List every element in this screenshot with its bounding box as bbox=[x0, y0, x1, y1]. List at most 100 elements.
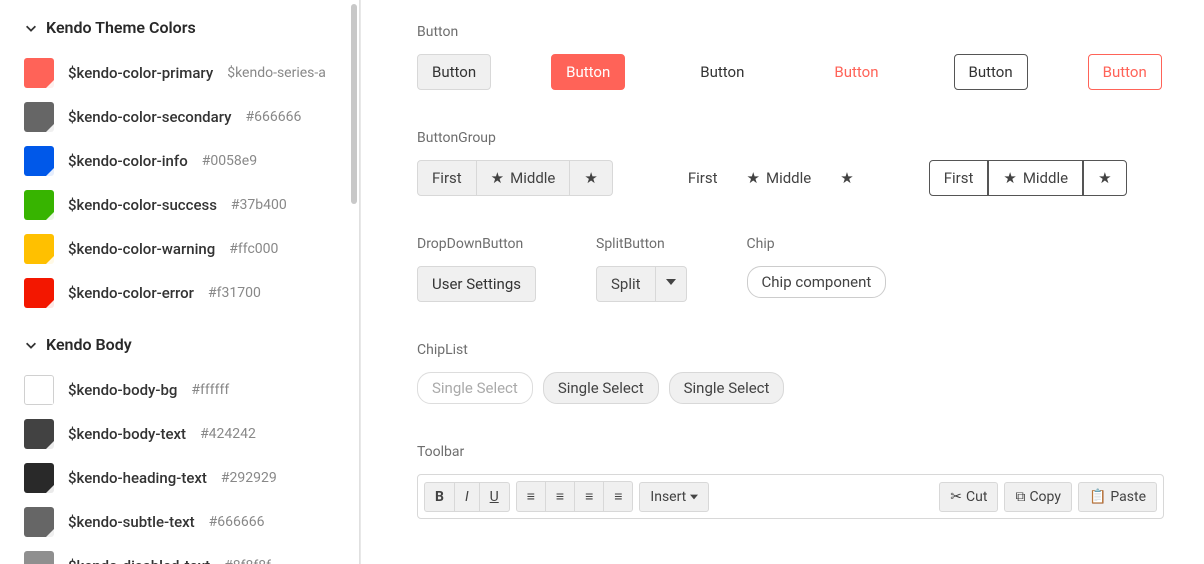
button-outline-base[interactable]: Button bbox=[954, 54, 1028, 90]
chip-component[interactable]: Chip component bbox=[747, 266, 887, 298]
color-variable-name: $kendo-color-primary bbox=[68, 64, 213, 82]
split-arrow[interactable] bbox=[656, 266, 687, 302]
block-title: Toolbar bbox=[417, 444, 1164, 460]
color-row[interactable]: $kendo-color-warning #ffc000 bbox=[24, 227, 343, 271]
chip-option[interactable]: Single Select bbox=[543, 372, 659, 404]
scrollbar-thumb[interactable] bbox=[351, 4, 357, 204]
chip-option[interactable]: Single Select bbox=[417, 372, 533, 404]
align-justify-icon: ≡ bbox=[614, 488, 622, 505]
chiplist-block: ChipList Single Select Single Select Sin… bbox=[417, 342, 1164, 404]
color-swatch[interactable] bbox=[24, 551, 54, 564]
color-row[interactable]: $kendo-subtle-text#666666 bbox=[24, 500, 343, 544]
block-title: SplitButton bbox=[596, 236, 687, 252]
color-row[interactable]: $kendo-body-text #424242 bbox=[24, 412, 343, 456]
chip-option[interactable]: Single Select bbox=[669, 372, 785, 404]
color-hex-value: #424242 bbox=[200, 426, 256, 442]
button-solid-primary[interactable]: Button bbox=[551, 54, 625, 90]
color-row[interactable]: $kendo-color-error#f31700 bbox=[24, 271, 343, 315]
color-hex-value: #0058e9 bbox=[202, 153, 257, 169]
color-variable-name: $kendo-disabled-text bbox=[68, 557, 210, 564]
color-row[interactable]: $kendo-color-success #37b400 bbox=[24, 183, 343, 227]
seg-last[interactable]: ★ bbox=[826, 160, 868, 196]
seg-last[interactable]: ★ bbox=[1083, 160, 1126, 196]
toolbar-block: Toolbar B I U ≡ ≡ ≡ ≡ Insert ✂ Cut bbox=[417, 444, 1164, 519]
cut-button[interactable]: ✂ Cut bbox=[939, 482, 998, 512]
section-header-theme-colors[interactable]: Kendo Theme Colors bbox=[24, 8, 343, 51]
align-center-button[interactable]: ≡ bbox=[546, 481, 575, 512]
seg-middle[interactable]: ★Middle bbox=[988, 160, 1083, 196]
button-solid-base[interactable]: Button bbox=[417, 54, 491, 90]
paste-button[interactable]: 📋 Paste bbox=[1078, 482, 1157, 512]
color-swatch[interactable] bbox=[24, 507, 54, 537]
color-swatch[interactable] bbox=[24, 278, 54, 308]
color-hex-value: #37b400 bbox=[231, 197, 287, 213]
color-swatch[interactable] bbox=[24, 375, 54, 405]
underline-button[interactable]: U bbox=[480, 482, 510, 512]
color-variable-name: $kendo-body-text bbox=[68, 425, 186, 443]
seg-middle[interactable]: ★Middle bbox=[477, 160, 571, 196]
chevron-down-icon bbox=[24, 338, 38, 352]
color-hex-value: #ffc000 bbox=[229, 241, 278, 257]
toolbar: B I U ≡ ≡ ≡ ≡ Insert ✂ Cut ⧉ Copy bbox=[417, 474, 1164, 519]
copy-button[interactable]: ⧉ Copy bbox=[1004, 482, 1072, 512]
insert-dropdown[interactable]: Insert bbox=[639, 482, 709, 512]
seg-middle[interactable]: ★Middle bbox=[733, 160, 827, 196]
color-row[interactable]: $kendo-heading-text #292929 bbox=[24, 456, 343, 500]
paste-icon: 📋 bbox=[1089, 489, 1106, 505]
section-title: Kendo Body bbox=[46, 335, 132, 354]
split-button[interactable]: Split bbox=[596, 266, 687, 302]
star-icon: ★ bbox=[840, 171, 853, 186]
color-swatch[interactable] bbox=[24, 463, 54, 493]
color-swatch[interactable] bbox=[24, 146, 54, 176]
button-flat-primary[interactable]: Button bbox=[819, 54, 893, 90]
color-swatch[interactable] bbox=[24, 102, 54, 132]
button-outline-primary[interactable]: Button bbox=[1088, 54, 1162, 90]
buttongroup-solid[interactable]: First ★Middle ★ bbox=[417, 160, 613, 196]
button-flat-base[interactable]: Button bbox=[685, 54, 759, 90]
color-variable-name: $kendo-color-error bbox=[68, 284, 194, 302]
star-icon: ★ bbox=[584, 171, 597, 186]
color-swatch[interactable] bbox=[24, 58, 54, 88]
align-left-icon: ≡ bbox=[527, 488, 535, 505]
align-right-icon: ≡ bbox=[585, 488, 593, 505]
cut-icon: ✂ bbox=[950, 489, 962, 505]
seg-first[interactable]: First bbox=[417, 160, 477, 196]
block-title: DropDownButton bbox=[417, 236, 536, 252]
align-right-button[interactable]: ≡ bbox=[575, 481, 604, 512]
color-hex-value: #666666 bbox=[209, 514, 265, 530]
color-row[interactable]: $kendo-color-info#0058e9 bbox=[24, 139, 343, 183]
color-hex-value: #292929 bbox=[221, 470, 277, 486]
color-row[interactable]: $kendo-body-bg#ffffff bbox=[24, 368, 343, 412]
seg-last[interactable]: ★ bbox=[570, 160, 612, 196]
color-hex-value: #666666 bbox=[245, 109, 301, 125]
caret-down-icon bbox=[690, 493, 698, 501]
color-row[interactable]: $kendo-color-secondary #666666 bbox=[24, 95, 343, 139]
color-variable-name: $kendo-color-success bbox=[68, 196, 217, 214]
dropdown-button[interactable]: User Settings bbox=[417, 266, 536, 302]
align-left-button[interactable]: ≡ bbox=[516, 481, 546, 512]
italic-button[interactable]: I bbox=[455, 482, 480, 512]
color-hex-value: #8f8f8f bbox=[224, 558, 271, 564]
star-icon: ★ bbox=[1003, 171, 1016, 186]
star-icon: ★ bbox=[747, 171, 760, 186]
color-variable-name: $kendo-color-warning bbox=[68, 240, 215, 258]
seg-first[interactable]: First bbox=[673, 160, 733, 196]
split-main[interactable]: Split bbox=[596, 266, 656, 302]
buttongroup-outline[interactable]: First ★Middle ★ bbox=[929, 160, 1127, 196]
color-hex-value: #ffffff bbox=[191, 382, 229, 398]
align-center-icon: ≡ bbox=[556, 488, 564, 505]
section-header-body[interactable]: Kendo Body bbox=[24, 325, 343, 368]
copy-icon: ⧉ bbox=[1015, 489, 1025, 505]
color-variable-name: $kendo-color-secondary bbox=[68, 108, 231, 126]
button-block: Button Button Button Button Button Butto… bbox=[417, 24, 1164, 90]
align-justify-button[interactable]: ≡ bbox=[604, 481, 633, 512]
bold-button[interactable]: B bbox=[424, 482, 455, 512]
color-swatch[interactable] bbox=[24, 234, 54, 264]
color-row[interactable]: $kendo-color-primary$kendo-series-a bbox=[24, 51, 343, 95]
seg-first[interactable]: First bbox=[929, 160, 989, 196]
color-swatch[interactable] bbox=[24, 419, 54, 449]
color-row[interactable]: $kendo-disabled-text #8f8f8f bbox=[24, 544, 343, 564]
buttongroup-flat[interactable]: First ★Middle ★ bbox=[673, 160, 869, 196]
color-swatch[interactable] bbox=[24, 190, 54, 220]
color-variable-name: $kendo-heading-text bbox=[68, 469, 207, 487]
